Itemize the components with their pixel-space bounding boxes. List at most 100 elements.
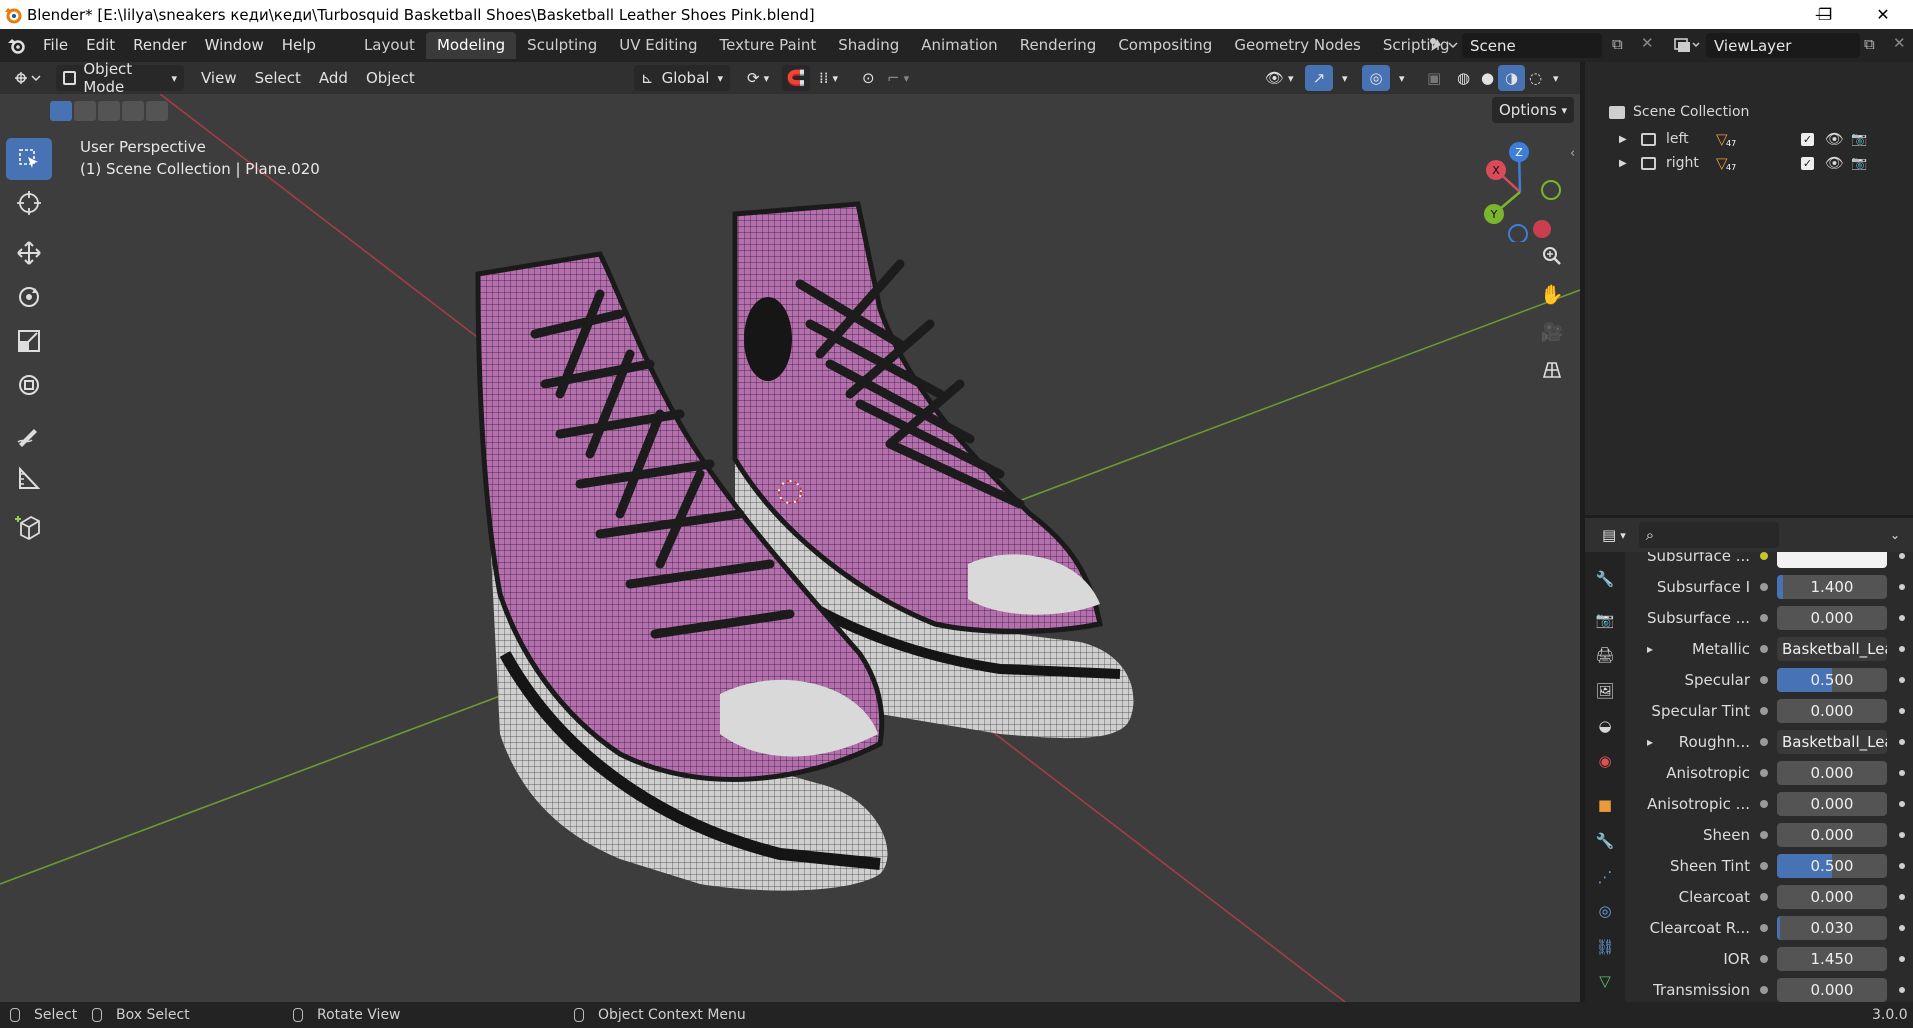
select-extend-icon[interactable]	[74, 101, 96, 121]
sidebar-toggle-icon[interactable]: ‹	[1570, 146, 1575, 161]
particles-tab-icon[interactable]: ⋰	[1590, 862, 1620, 892]
keyframe-dot-icon[interactable]	[1899, 987, 1905, 993]
menu-add[interactable]: Add	[312, 65, 355, 91]
tab-rendering[interactable]: Rendering	[1009, 32, 1108, 59]
keyframe-dot-icon[interactable]	[1899, 925, 1905, 931]
tool-tab-icon[interactable]: 🔧	[1590, 564, 1620, 594]
pan-hand-icon[interactable]: ✋	[1536, 278, 1568, 310]
overlay-toggle-icon[interactable]: ◎	[1362, 65, 1390, 91]
socket-dot-icon[interactable]	[1760, 676, 1768, 684]
property-value-field[interactable]: 1.400	[1777, 575, 1887, 599]
proportional-edit-icon[interactable]: ⊙	[855, 65, 882, 91]
close-button[interactable]: ✕	[1853, 0, 1913, 29]
scene-selector-icon[interactable]	[1425, 33, 1459, 61]
property-value-field[interactable]: Basketball_Lea...	[1777, 637, 1887, 661]
viewlayer-remove-icon[interactable]: ✕	[1893, 34, 1906, 52]
property-value-field[interactable]: Basketball_Lea...	[1777, 730, 1887, 754]
tab-shading[interactable]: Shading	[827, 32, 910, 59]
scale-tool-icon[interactable]	[6, 320, 52, 362]
socket-dot-icon[interactable]	[1760, 955, 1768, 963]
property-value-field[interactable]: 0.500	[1777, 668, 1887, 692]
menu-view[interactable]: View	[194, 65, 244, 91]
scene-tab-icon[interactable]: ◒	[1590, 711, 1620, 741]
property-value-field[interactable]: 0.000	[1777, 823, 1887, 847]
expand-arrow-icon[interactable]: ▸	[1647, 735, 1653, 749]
properties-search-input[interactable]: ⌕	[1638, 522, 1779, 548]
outliner-root[interactable]: Scene Collection	[1609, 104, 1749, 120]
socket-dot-icon[interactable]	[1760, 862, 1768, 870]
property-value-field[interactable]: 0.000	[1777, 978, 1887, 1002]
pivot-point-icon[interactable]: ⟳ ▾	[740, 65, 776, 91]
tab-modeling[interactable]: Modeling	[425, 32, 517, 59]
zoom-icon[interactable]	[1536, 240, 1568, 272]
property-value-field[interactable]: 0.030	[1777, 916, 1887, 940]
scene-copy-icon[interactable]: ⧉	[1612, 35, 1623, 53]
overlay-dropdown-icon[interactable]: ▾	[1392, 65, 1412, 91]
mode-dropdown[interactable]: Object Mode ▾	[56, 60, 184, 96]
expand-arrow-icon[interactable]: ▸	[1647, 642, 1653, 656]
keyframe-dot-icon[interactable]	[1899, 646, 1905, 652]
blender-menu-icon[interactable]	[0, 37, 34, 55]
socket-dot-icon[interactable]	[1760, 831, 1768, 839]
keyframe-dot-icon[interactable]	[1899, 677, 1905, 683]
property-value-field[interactable]: 1.450	[1777, 947, 1887, 971]
gizmo-dropdown-icon[interactable]: ▾	[1335, 65, 1355, 91]
snap-toggle-icon[interactable]: 🧲	[782, 65, 810, 91]
transform-tool-icon[interactable]	[6, 364, 52, 406]
menu-select[interactable]: Select	[248, 65, 308, 91]
transform-orientation-dropdown[interactable]: ⊾ Global ▾	[634, 65, 730, 91]
select-new-icon[interactable]	[50, 101, 72, 121]
expand-arrow-icon[interactable]: ▶	[1619, 158, 1635, 169]
keyframe-dot-icon[interactable]	[1899, 584, 1905, 590]
property-value-field[interactable]: 0.000	[1777, 761, 1887, 785]
shading-dropdown-icon[interactable]: ▾	[1546, 65, 1566, 91]
keyframe-dot-icon[interactable]	[1899, 956, 1905, 962]
tab-texture-paint[interactable]: Texture Paint	[708, 32, 827, 59]
tab-compositing[interactable]: Compositing	[1107, 32, 1223, 59]
render-camera-icon[interactable]: 📷	[1851, 132, 1867, 147]
output-tab-icon[interactable]: 🖨	[1590, 640, 1620, 670]
navigation-gizmo[interactable]: Z X Y	[1470, 142, 1570, 242]
keyframe-dot-icon[interactable]	[1899, 770, 1905, 776]
keyframe-dot-icon[interactable]	[1899, 832, 1905, 838]
socket-dot-icon[interactable]	[1760, 738, 1768, 746]
property-value-field[interactable]: 0.000	[1777, 792, 1887, 816]
keyframe-dot-icon[interactable]	[1899, 708, 1905, 714]
measure-tool-icon[interactable]	[6, 458, 52, 500]
properties-options-icon[interactable]: ⌄	[1883, 522, 1907, 548]
socket-dot-icon[interactable]	[1760, 800, 1768, 808]
selectability-icon[interactable]: 👁 ▾	[1258, 65, 1301, 91]
camera-view-icon[interactable]: 🎥	[1536, 316, 1568, 348]
tab-animation[interactable]: Animation	[910, 32, 1008, 59]
menu-window[interactable]: Window	[196, 29, 273, 62]
property-value-field[interactable]: 0.500	[1777, 854, 1887, 878]
xray-toggle-icon[interactable]: ▣	[1420, 65, 1448, 91]
data-tab-icon[interactable]: ▽	[1590, 966, 1620, 996]
socket-dot-icon[interactable]	[1760, 769, 1768, 777]
select-intersect-icon[interactable]	[146, 101, 168, 121]
menu-help[interactable]: Help	[273, 29, 325, 62]
3d-viewport[interactable]: User Perspective (1) Scene Collection | …	[0, 94, 1580, 1002]
keyframe-dot-icon[interactable]	[1899, 894, 1905, 900]
socket-dot-icon[interactable]	[1760, 893, 1768, 901]
keyframe-dot-icon[interactable]	[1899, 553, 1905, 559]
object-tab-icon[interactable]: ■	[1590, 790, 1620, 820]
exclude-checkbox[interactable]: ✓	[1801, 156, 1814, 170]
tab-sculpting[interactable]: Sculpting	[516, 32, 608, 59]
visibility-eye-icon[interactable]: 👁	[1825, 130, 1844, 148]
tab-geometry-nodes[interactable]: Geometry Nodes	[1223, 32, 1372, 59]
viewlayer-selector-icon[interactable]	[1672, 33, 1702, 61]
add-cube-tool-icon[interactable]	[6, 506, 52, 548]
outliner-row-left[interactable]: ▶ left ▽ 47 ✓ 👁 📷	[1619, 128, 1909, 150]
socket-dot-icon[interactable]	[1760, 552, 1768, 560]
property-value-field[interactable]: 0.000	[1777, 606, 1887, 630]
select-box-tool-icon[interactable]	[6, 138, 52, 180]
tab-layout[interactable]: Layout	[353, 32, 426, 59]
world-tab-icon[interactable]: ◉	[1590, 746, 1620, 776]
keyframe-dot-icon[interactable]	[1899, 863, 1905, 869]
scene-name-field[interactable]: Scene	[1462, 33, 1602, 58]
scene-remove-icon[interactable]: ✕	[1641, 34, 1654, 52]
editor-type-icon[interactable]	[6, 65, 50, 91]
socket-dot-icon[interactable]	[1760, 986, 1768, 994]
move-tool-icon[interactable]	[6, 232, 52, 274]
